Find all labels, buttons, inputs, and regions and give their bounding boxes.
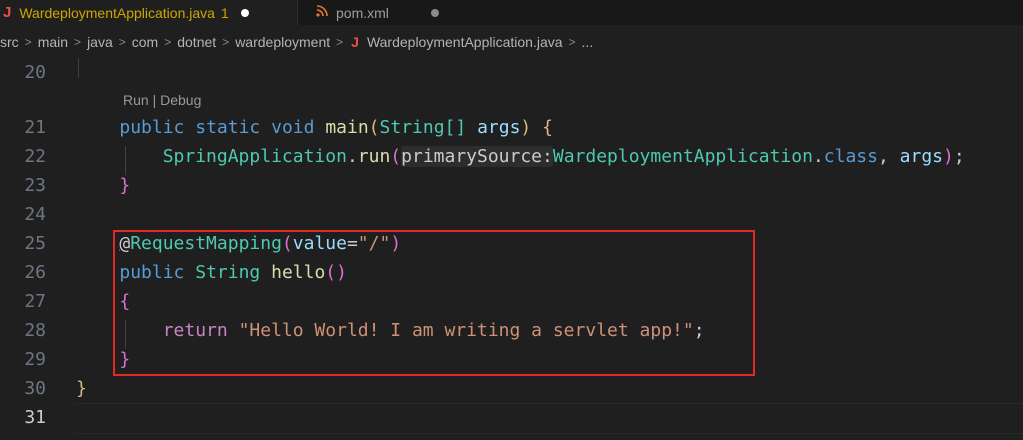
code-line: } (76, 378, 87, 399)
breadcrumb: src > main > java > com > dotnet > wardeploym… (0, 31, 593, 53)
tab-pom-xml[interactable]: pom.xml (297, 0, 440, 25)
current-line-highlight (74, 403, 1023, 434)
line-number: 24 (24, 204, 46, 225)
parameter-hint: primarySource: (401, 146, 553, 167)
tab-label: pom.xml (336, 4, 389, 21)
tab-wardeployment-application[interactable]: J WardeploymentApplication.java 1 (0, 0, 297, 25)
java-file-icon: J (3, 4, 12, 21)
unsaved-dot-icon[interactable] (240, 8, 249, 17)
line-number: 21 (24, 117, 46, 138)
chevron-right-icon: > (336, 35, 344, 49)
line-number: 28 (24, 320, 46, 341)
line-number: 22 (24, 146, 46, 167)
line-number: 23 (24, 175, 46, 196)
breadcrumb-item[interactable]: main (38, 34, 68, 50)
breadcrumb-item[interactable]: src (0, 34, 19, 50)
line-number: 20 (24, 62, 46, 83)
highlight-annotation-box (113, 230, 755, 376)
code-line: SpringApplication.run(primarySource:Ward… (162, 146, 965, 167)
breadcrumb-item[interactable]: com (132, 34, 158, 50)
tab-bar: J WardeploymentApplication.java 1 pom.xm… (0, 0, 1023, 25)
line-number: 26 (24, 262, 46, 283)
line-number: 27 (24, 291, 46, 312)
chevron-right-icon: > (568, 35, 576, 49)
chevron-right-icon: > (24, 35, 32, 49)
line-number: 30 (24, 378, 46, 399)
breadcrumb-item[interactable]: java (87, 34, 113, 50)
line-number: 29 (24, 349, 46, 370)
chevron-right-icon: > (118, 35, 126, 49)
breadcrumb-item[interactable]: dotnet (177, 34, 216, 50)
chevron-right-icon: > (74, 35, 82, 49)
code-line: public static void main(String[] args) { (119, 117, 553, 138)
tab-label: WardeploymentApplication.java (19, 4, 215, 21)
code-line: } (119, 175, 131, 196)
chevron-right-icon: > (164, 35, 172, 49)
problem-count-badge: 1 (220, 4, 229, 21)
line-number: 31 (24, 407, 46, 428)
codelens-run-debug[interactable]: Run | Debug (123, 92, 201, 108)
indent-guide (78, 58, 79, 78)
breadcrumb-file[interactable]: WardeploymentApplication.java (367, 34, 563, 50)
rss-icon (316, 5, 328, 20)
java-file-icon: J (351, 34, 359, 50)
breadcrumb-item[interactable]: wardeployment (235, 34, 330, 50)
breadcrumb-more[interactable]: ... (582, 34, 594, 50)
code-editor[interactable]: 20 21 22 23 24 25 26 27 28 29 30 31 Run … (0, 58, 1023, 440)
unsaved-dot-icon[interactable] (430, 8, 439, 17)
chevron-right-icon: > (222, 35, 230, 49)
line-number: 25 (24, 233, 46, 254)
